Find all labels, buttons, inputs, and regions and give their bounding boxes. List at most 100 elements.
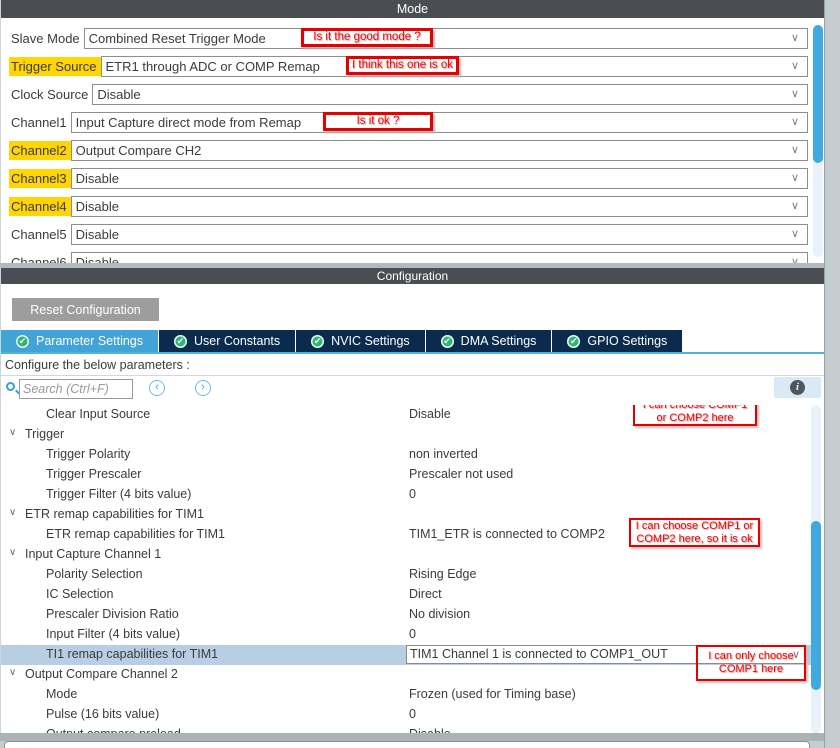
- parameter-section-label: Output Compare Channel 2: [25, 667, 178, 681]
- settings-tabs: ✔Parameter Settings✔User Constants✔NVIC …: [1, 330, 682, 352]
- chevron-down-icon: ∨: [791, 171, 799, 184]
- chevron-down-icon: ∨: [791, 87, 799, 100]
- chevron-right-icon: ›: [201, 381, 205, 393]
- parameter-value[interactable]: Rising Edge: [409, 567, 476, 581]
- parameter-row: Trigger PrescalerPrescaler not used: [1, 465, 811, 485]
- tab-user-constants[interactable]: ✔User Constants: [159, 330, 295, 352]
- check-icon: ✔: [441, 335, 454, 348]
- tab-label: DMA Settings: [461, 334, 537, 348]
- parameter-label: Polarity Selection: [46, 567, 143, 581]
- mode-panel-title: Mode: [1, 0, 824, 18]
- tab-nvic-settings[interactable]: ✔NVIC Settings: [296, 330, 425, 352]
- parameter-section-label: ETR remap capabilities for TIM1: [25, 507, 204, 521]
- parameter-list: Clear Input Source Disable I can choose CO…: [1, 405, 824, 733]
- chevron-down-icon[interactable]: ∨: [9, 667, 16, 678]
- mode-row-select[interactable]: Disable ∨: [71, 168, 808, 189]
- parameter-row: ∨Trigger: [1, 425, 811, 445]
- parameter-row: Trigger Filter (4 bits value)0: [1, 485, 811, 505]
- chevron-down-icon: ∨: [791, 227, 799, 240]
- parameter-value[interactable]: Frozen (used for Timing base): [409, 687, 576, 701]
- chevron-down-icon[interactable]: ∨: [9, 547, 16, 558]
- configuration-panel: Configuration Reset Configuration ✔Param…: [0, 268, 824, 733]
- mode-row: Channel6Disable∨: [1, 252, 824, 263]
- tab-dma-settings[interactable]: ✔ DMA Settings: [426, 330, 552, 352]
- parameter-row: Prescaler Division Ratio No division: [1, 605, 811, 625]
- mode-row-value: Disable: [72, 255, 119, 263]
- tab-label: User Constants: [194, 334, 280, 348]
- parameter-row: IC SelectionDirect: [1, 585, 811, 605]
- parameter-row: ∨Input Capture Channel 1: [1, 545, 811, 565]
- annotation-box: Is it the good mode ?: [301, 28, 433, 47]
- parameter-row: Polarity Selection Rising Edge: [1, 565, 811, 585]
- annotation-box: I think this one is ok: [346, 56, 459, 75]
- chevron-down-icon: ∨: [791, 255, 799, 263]
- parameter-row: Mode Frozen (used for Timing base): [1, 685, 811, 705]
- mode-row: Channel1Input Capture direct mode from R…: [1, 112, 824, 133]
- parameter-label: Mode: [46, 687, 77, 701]
- parameter-value[interactable]: non inverted: [409, 447, 478, 461]
- parameter-value[interactable]: Direct: [409, 587, 442, 601]
- search-input[interactable]: [19, 379, 133, 399]
- mode-row-select[interactable]: Disable∨: [71, 224, 808, 245]
- parameter-value[interactable]: Prescaler not used: [409, 467, 513, 481]
- window-right-edge: [824, 0, 840, 748]
- check-icon: ✔: [567, 335, 580, 348]
- parameter-value[interactable]: 0: [409, 487, 416, 501]
- mode-row-select[interactable]: Disable∨: [71, 196, 808, 217]
- mode-row-select[interactable]: Output Compare CH2∨: [71, 140, 808, 161]
- chevron-down-icon: ∨: [791, 143, 799, 156]
- mode-row-label: Slave Mode: [9, 29, 84, 48]
- mode-row-select[interactable]: Input Capture direct mode from Remap∨: [71, 112, 808, 133]
- parameter-label: Trigger Polarity: [46, 447, 130, 461]
- parameter-label: ETR remap capabilities for TIM1: [46, 527, 225, 541]
- mode-row-label: Clock Source: [9, 85, 92, 104]
- parameter-value[interactable]: Disable: [409, 407, 451, 421]
- annotation-box: I can only choose COMP1 here: [696, 645, 806, 681]
- mode-row-value: Disable: [72, 199, 119, 214]
- parameter-label: Input Filter (4 bits value): [46, 627, 180, 641]
- mode-row-select[interactable]: Combined Reset Trigger Mode ∨: [84, 28, 808, 49]
- search-row: ‹ › i: [1, 377, 824, 404]
- mode-row-value: Disable: [72, 171, 119, 186]
- mode-row-select[interactable]: Disable ∨: [92, 84, 808, 105]
- parameter-value[interactable]: 0: [409, 627, 416, 641]
- mode-row-label: Channel2: [9, 141, 71, 160]
- mode-row-label: Channel1: [9, 113, 71, 132]
- config-scrollbar[interactable]: [811, 405, 821, 733]
- chevron-down-icon[interactable]: ∨: [9, 507, 16, 518]
- annotation-box: I can choose COMP1 or COMP2 here, so it …: [629, 518, 760, 547]
- mode-row-select[interactable]: Disable ∨: [71, 252, 808, 263]
- mode-scrollbar[interactable]: [813, 25, 823, 257]
- mode-row-value: Combined Reset Trigger Mode: [85, 31, 266, 46]
- mode-row-label: Channel3: [9, 169, 71, 188]
- mode-scrollbar-thumb[interactable]: [813, 25, 823, 163]
- parameter-row: Trigger Polarity non inverted: [1, 445, 811, 465]
- parameter-label: TI1 remap capabilities for TIM1: [46, 647, 218, 661]
- mode-row: Channel2Output Compare CH2∨: [1, 140, 824, 161]
- chevron-down-icon[interactable]: ∨: [9, 427, 16, 438]
- parameter-value[interactable]: 0: [409, 707, 416, 721]
- tab-label: NVIC Settings: [331, 334, 410, 348]
- mode-row: Slave ModeCombined Reset Trigger Mode ∨ Is…: [1, 28, 824, 49]
- search-prev-button[interactable]: ‹: [149, 380, 165, 396]
- annotation-box: I can choose COMP1 or COMP2 here: [633, 405, 757, 426]
- chevron-down-icon: ∨: [791, 31, 799, 44]
- config-scrollbar-thumb[interactable]: [811, 521, 821, 690]
- parameter-row: Pulse (16 bits value)0: [1, 705, 811, 725]
- parameter-value[interactable]: No division: [409, 607, 470, 621]
- parameter-label: Clear Input Source: [46, 407, 150, 421]
- mode-row-label: Trigger Source: [9, 57, 101, 76]
- mode-row-value: Disable: [93, 87, 140, 102]
- mode-rows: Slave ModeCombined Reset Trigger Mode ∨ Is…: [1, 18, 824, 263]
- parameter-label: Prescaler Division Ratio: [46, 607, 179, 621]
- info-icon[interactable]: i: [790, 380, 805, 395]
- tab-parameter-settings[interactable]: ✔Parameter Settings: [1, 330, 158, 352]
- parameter-row: Clear Input Source Disable I can choose CO…: [1, 405, 811, 425]
- tab-gpio-settings[interactable]: ✔ GPIO Settings: [552, 330, 682, 352]
- tab-label: GPIO Settings: [587, 334, 667, 348]
- reset-configuration-button[interactable]: Reset Configuration: [12, 298, 159, 321]
- check-icon: ✔: [16, 335, 29, 348]
- search-next-button[interactable]: ›: [195, 380, 211, 396]
- mode-row: Channel3Disable ∨: [1, 168, 824, 189]
- parameter-value[interactable]: TIM1_ETR is connected to COMP2: [409, 527, 605, 541]
